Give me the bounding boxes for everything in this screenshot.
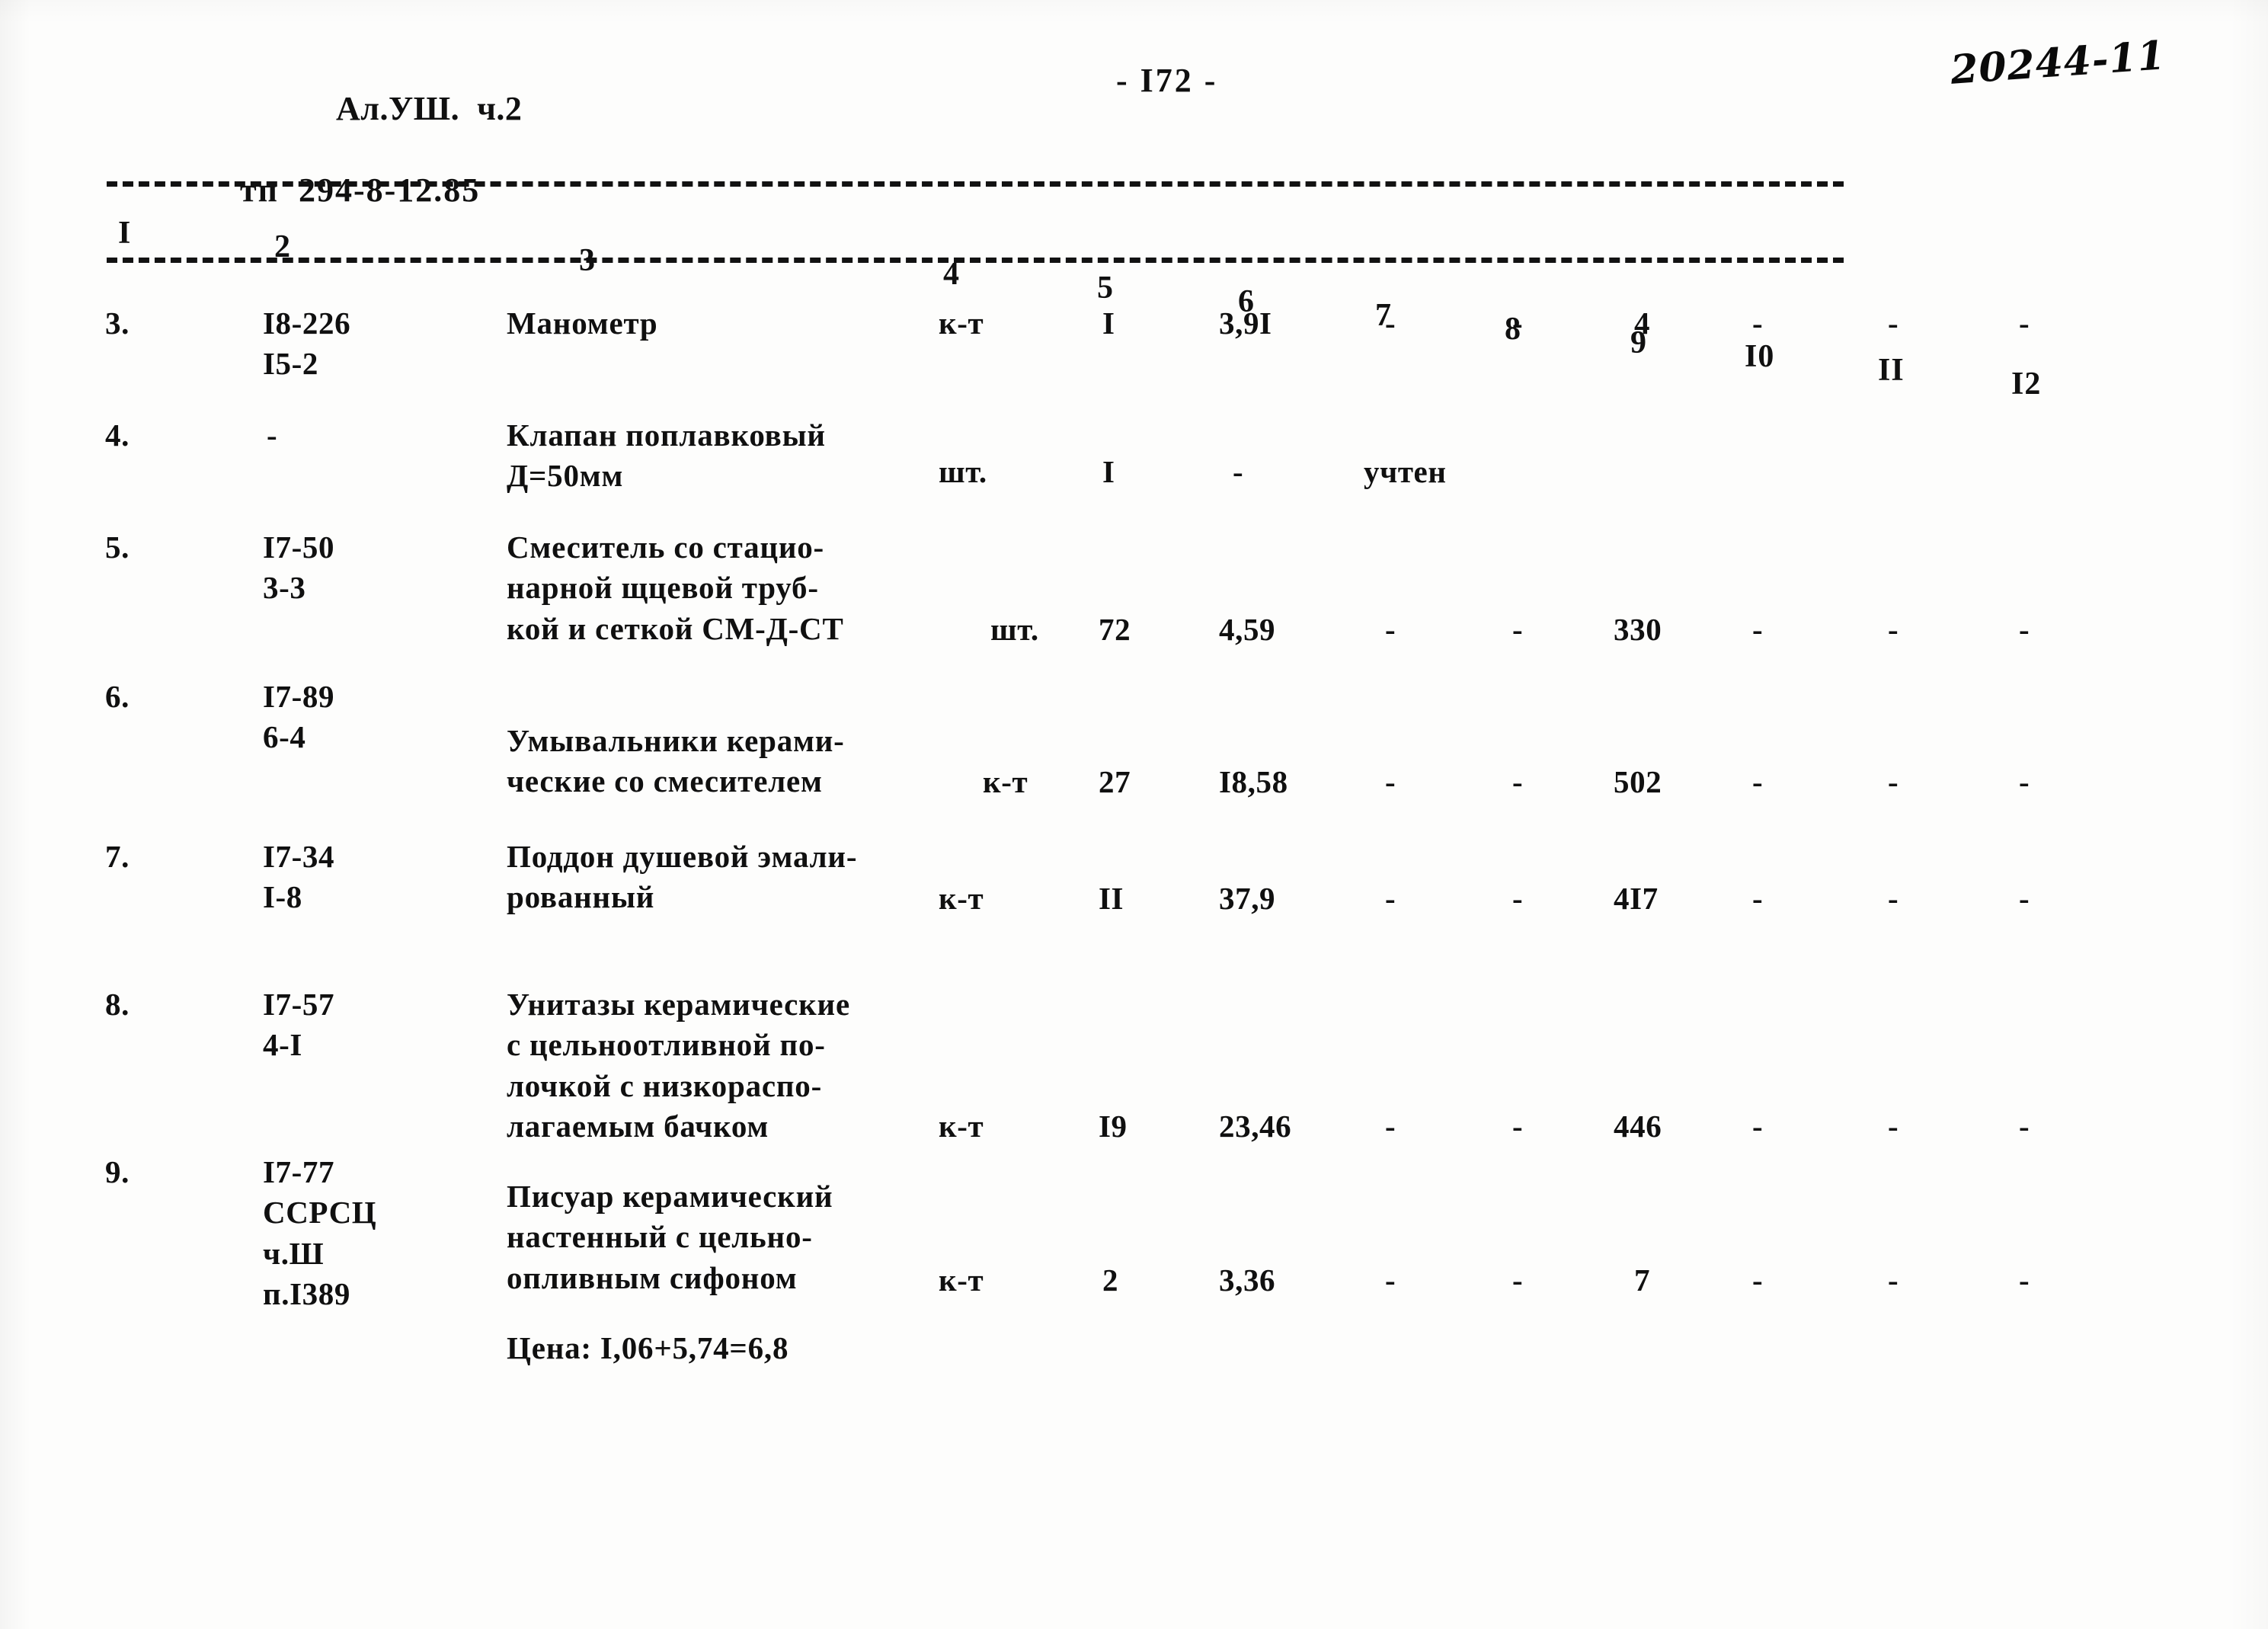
row-col9: 4I7	[1614, 881, 1659, 916]
row-quantity: I	[1102, 454, 1115, 489]
row-number: 6.	[105, 679, 130, 714]
row-col12: -	[2019, 764, 2030, 799]
row-col8: -	[1512, 306, 1524, 341]
row-col6: 4,59	[1219, 612, 1276, 647]
row-col6: 3,9I	[1219, 306, 1272, 341]
row-col7: учтен	[1364, 454, 1447, 489]
row-unit: к-т	[939, 881, 984, 916]
row-number: 8.	[105, 987, 130, 1022]
row-col8: -	[1512, 1109, 1524, 1144]
row-col12: -	[2019, 306, 2030, 341]
row-description: Писуар керамический настенный с цельно- …	[507, 1179, 833, 1295]
row-col10: -	[1752, 1109, 1764, 1144]
row-col11: -	[1888, 881, 1899, 916]
row-col10: -	[1752, 306, 1764, 341]
row-unit: шт.	[939, 454, 987, 489]
row-col6: -	[1233, 454, 1244, 489]
row-col9: 330	[1614, 612, 1662, 647]
row-number: 3.	[105, 306, 130, 341]
row-col7: -	[1385, 881, 1396, 916]
row-unit: шт.	[990, 612, 1039, 647]
row-code: I8-226 I5-2	[263, 306, 351, 382]
row-col12: -	[2019, 612, 2030, 647]
row-quantity: I	[1102, 306, 1115, 341]
row-col10: -	[1752, 1263, 1764, 1298]
table-body: 3. I8-226 I5-2 Манометр к-т I 3,9I - - 4…	[0, 0, 2268, 1629]
row-col12: -	[2019, 881, 2030, 916]
row-col11: -	[1888, 764, 1899, 799]
row-description: Умывальники керами- ческие со смесителем	[507, 723, 845, 799]
row-col10: -	[1752, 612, 1764, 647]
row-col11: -	[1888, 1263, 1899, 1298]
row-col7: -	[1385, 764, 1396, 799]
document-page: Ал.УШ. ч.2 тп 294-8-12.85 - I72 - 20244-…	[0, 0, 2268, 1629]
row-col12: -	[2019, 1109, 2030, 1144]
row-col9: 446	[1614, 1109, 1662, 1144]
row-col6: I8,58	[1219, 764, 1288, 799]
row-col6: 37,9	[1219, 881, 1276, 916]
row-unit: к-т	[939, 306, 984, 341]
row-quantity: 72	[1099, 612, 1131, 647]
row-col8: -	[1512, 1263, 1524, 1298]
row-description: Клапан поплавковый Д=50мм	[507, 418, 826, 494]
row-code: I7-50 3-3	[263, 530, 335, 606]
price-footnote: Цена: I,06+5,74=6,8	[507, 1330, 789, 1365]
row-col9: 7	[1634, 1263, 1651, 1298]
row-quantity: 2	[1102, 1263, 1119, 1298]
row-col6: 23,46	[1219, 1109, 1292, 1144]
row-col8: -	[1512, 881, 1524, 916]
row-code: I7-77 ССРСЦ ч.Ш п.I389	[263, 1154, 377, 1311]
row-code: I7-89 6-4	[263, 679, 335, 755]
row-code: I7-57 4-I	[263, 987, 335, 1063]
row-unit: к-т	[983, 764, 1028, 799]
row-number: 7.	[105, 839, 130, 874]
row-description: Манометр	[507, 306, 658, 341]
row-col7: -	[1385, 306, 1396, 341]
row-col12: -	[2019, 1263, 2030, 1298]
row-col8: -	[1512, 612, 1524, 647]
row-unit: к-т	[939, 1263, 984, 1298]
row-col11: -	[1888, 306, 1899, 341]
row-number: 5.	[105, 530, 130, 565]
row-col10: -	[1752, 764, 1764, 799]
row-quantity: 27	[1099, 764, 1131, 799]
row-description: Унитазы керамические с цельноотливной по…	[507, 987, 850, 1144]
row-col10: -	[1752, 881, 1764, 916]
row-unit: к-т	[939, 1109, 984, 1144]
row-col9: 502	[1614, 764, 1662, 799]
row-col11: -	[1888, 612, 1899, 647]
row-description: Смеситель со стацио- нарной щцевой труб-…	[507, 530, 844, 646]
row-col7: -	[1385, 1263, 1396, 1298]
row-code: I7-34 I-8	[263, 839, 335, 915]
row-col7: -	[1385, 612, 1396, 647]
row-quantity: I9	[1099, 1109, 1128, 1144]
row-col11: -	[1888, 1109, 1899, 1144]
row-description: Поддон душевой эмали- рованный	[507, 839, 858, 915]
row-col7: -	[1385, 1109, 1396, 1144]
row-col6: 3,36	[1219, 1263, 1276, 1298]
row-quantity: II	[1099, 881, 1124, 916]
row-col8: -	[1512, 764, 1524, 799]
row-col9: 4	[1634, 306, 1651, 341]
row-number: 4.	[105, 418, 130, 453]
row-code: -	[267, 418, 278, 453]
row-number: 9.	[105, 1154, 130, 1189]
